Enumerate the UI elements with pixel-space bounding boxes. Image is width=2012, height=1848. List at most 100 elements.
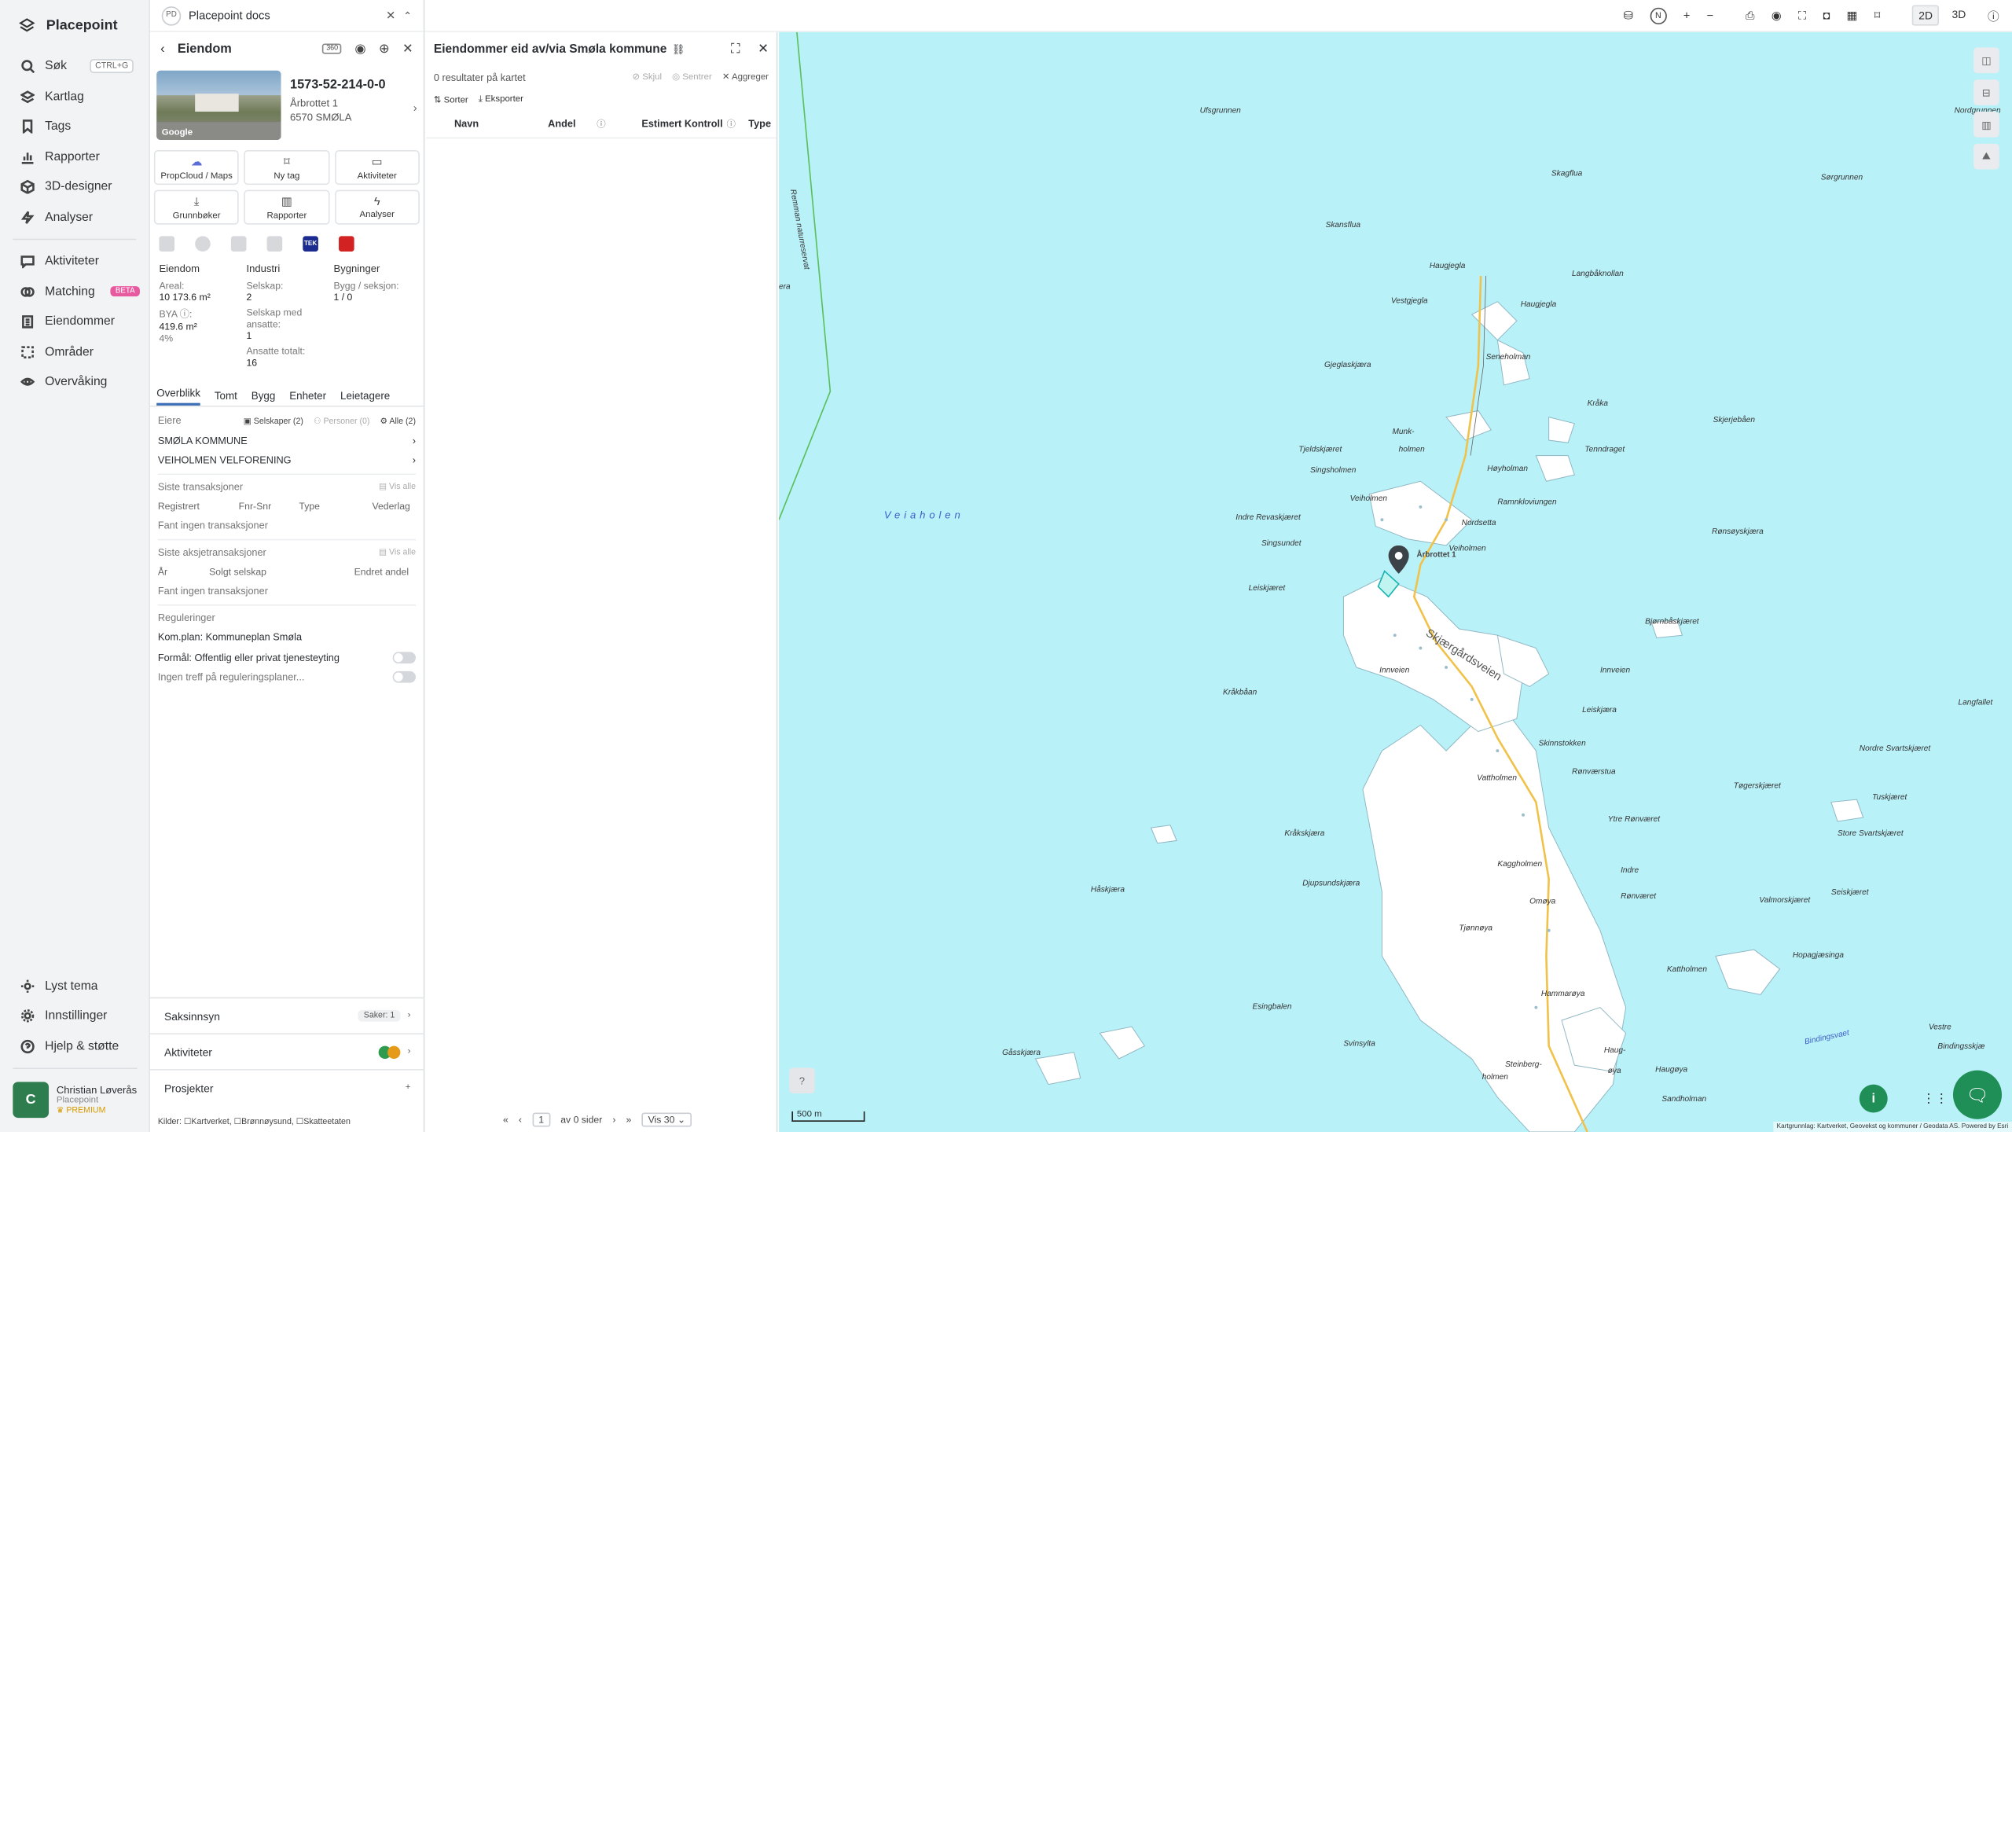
close-icon[interactable]: ✕ xyxy=(386,9,395,23)
info-icon[interactable]: ⓘ xyxy=(727,117,749,130)
street-view-photo[interactable]: Google xyxy=(156,70,281,140)
bookmark-icon[interactable]: ⌑ xyxy=(1874,9,1881,23)
view-all-button[interactable]: ▤ Vis alle xyxy=(379,482,416,491)
zoom-in-icon[interactable]: + xyxy=(1683,9,1691,21)
info-icon[interactable]: ⓘ xyxy=(597,117,641,130)
user-card[interactable]: C Christian Løverås Placepoint ♛ PREMIUM xyxy=(13,1082,142,1119)
col-estimert-kontroll[interactable]: Estimert Kontroll xyxy=(641,118,722,130)
nav-item-matching[interactable]: Matching BETA xyxy=(0,277,149,307)
eye-icon[interactable]: ◉ xyxy=(354,42,365,56)
target-icon[interactable]: ⊕ xyxy=(379,42,390,56)
tab-enheter[interactable]: Enheter xyxy=(289,390,326,406)
nav-item-overvåking[interactable]: Overvåking xyxy=(0,367,149,397)
property-card[interactable]: Google 1573-52-214-0-0 Årbrottet 1 6570 … xyxy=(150,65,424,145)
owner-row[interactable]: SMØLA KOMMUNE › xyxy=(158,431,416,450)
tab-tomt[interactable]: Tomt xyxy=(215,390,237,406)
page-input[interactable]: 1 xyxy=(532,1112,551,1127)
close-icon[interactable]: ✕ xyxy=(402,42,413,56)
expand-icon[interactable]: ⛶ xyxy=(731,42,740,56)
propcloud-button[interactable]: ☁ PropCloud / Maps xyxy=(153,150,240,186)
nav-item-kartlag[interactable]: Kartlag xyxy=(0,82,149,112)
mode-2d-button[interactable]: 2D xyxy=(1912,5,1940,26)
expand-icon[interactable]: ⌃ xyxy=(403,9,412,21)
saksinnsyn-accordion[interactable]: Saksinnsyn Saker: 1 › xyxy=(150,997,425,1034)
new-tag-button[interactable]: ⌑ Ny tag xyxy=(244,150,330,186)
center-button[interactable]: ◎ Sentrer xyxy=(672,72,712,82)
bars-icon[interactable] xyxy=(266,236,283,252)
close-icon[interactable]: ✕ xyxy=(758,42,769,56)
prev-page-icon[interactable]: ‹ xyxy=(519,1114,522,1126)
grid-icon[interactable]: ▦ xyxy=(1847,9,1858,23)
house-red-icon[interactable] xyxy=(339,236,354,252)
layers-stack-icon[interactable]: ⛁ xyxy=(1624,9,1633,23)
purpose-toggle[interactable] xyxy=(392,652,416,663)
tab-overblikk[interactable]: Overblikk xyxy=(156,388,200,406)
chevron-right-icon[interactable]: › xyxy=(413,101,417,114)
info-icon[interactable]: ⓘ xyxy=(1988,7,1999,24)
nav-item-aktiviteter[interactable]: Aktiviteter xyxy=(0,246,149,276)
zoom-out-icon[interactable]: − xyxy=(1707,9,1714,21)
view-all-button[interactable]: ▤ Vis alle xyxy=(379,547,416,557)
nav-item-lyst-tema[interactable]: Lyst tema xyxy=(0,971,150,1001)
map-place-label: Nordsetta xyxy=(1461,518,1496,528)
map-canvas[interactable]: UfsgrunnenNordgrunnenSkagfluaSørgrunnenS… xyxy=(779,31,2012,1133)
first-page-icon[interactable]: « xyxy=(503,1114,509,1126)
link-icon[interactable]: ⛓ xyxy=(672,43,685,55)
activities-accordion[interactable]: Aktiviteter › xyxy=(150,1033,425,1069)
nav-item-søk[interactable]: Søk CTRL+G xyxy=(0,51,149,81)
measure-icon[interactable]: ⊟ xyxy=(1973,79,1999,105)
chip-alle[interactable]: ⚙ Alle (2) xyxy=(380,416,416,425)
tek-icon[interactable]: TEK xyxy=(303,236,318,252)
chip-personer[interactable]: ⚇ Personer (0) xyxy=(314,416,369,425)
nav-item-tags[interactable]: Tags xyxy=(0,112,149,141)
projects-accordion[interactable]: Prosjekter + xyxy=(150,1069,425,1105)
aggregate-button[interactable]: ✕ Aggreger xyxy=(722,72,769,82)
nav-item-rapporter[interactable]: Rapporter xyxy=(0,141,149,171)
analyses-button[interactable]: ϟ Analyser xyxy=(334,189,420,225)
regulation-toggle[interactable] xyxy=(392,671,416,684)
col-navn[interactable]: Navn xyxy=(454,118,548,130)
compass-icon[interactable]: N xyxy=(1650,6,1667,24)
export-button[interactable]: ⤓ Eksporter xyxy=(479,94,523,105)
nav-item-eiendommer[interactable]: Eiendommer xyxy=(0,307,149,336)
col-andel[interactable]: Andel xyxy=(548,118,597,130)
chip-selskaper[interactable]: ▣ Selskaper (2) xyxy=(244,416,303,425)
page-size-select[interactable]: Vis 30 ⌄ xyxy=(641,1112,692,1127)
view-360-icon[interactable]: 360 xyxy=(322,43,343,54)
last-page-icon[interactable]: » xyxy=(626,1114,632,1126)
factory-icon[interactable] xyxy=(230,236,247,252)
globe-icon[interactable] xyxy=(195,236,211,252)
eye-icon[interactable]: ◉ xyxy=(1772,9,1782,23)
brand[interactable]: Placepoint xyxy=(0,0,149,51)
mode-3d-button[interactable]: 3D xyxy=(1947,6,1971,26)
owner-row[interactable]: VEIHOLMEN VELFORENING › xyxy=(158,450,416,470)
nav-item-hjelp-støtte[interactable]: Hjelp & støtte xyxy=(0,1031,150,1061)
camera-icon[interactable]: ◘ xyxy=(1823,9,1830,21)
help-icon[interactable]: ? xyxy=(789,1067,815,1094)
nav-item-3d-designer[interactable]: 3D-designer xyxy=(0,172,149,202)
info-button[interactable]: i xyxy=(1859,1084,1888,1113)
print-icon[interactable]: ⎙ xyxy=(1746,9,1755,23)
nav-item-områder[interactable]: Områder xyxy=(0,337,149,367)
doc-title[interactable]: Placepoint docs xyxy=(189,9,270,21)
back-icon[interactable]: ‹ xyxy=(160,42,164,56)
reports-button[interactable]: ▥ Rapporter xyxy=(244,189,330,225)
col-type[interactable]: Type xyxy=(748,118,771,130)
hide-button[interactable]: ⊘ Skjul xyxy=(632,72,662,82)
tab-bygg[interactable]: Bygg xyxy=(252,390,275,406)
tab-leietagere[interactable]: Leietagere xyxy=(340,390,390,406)
profile-icon[interactable]: ⛰ xyxy=(1973,143,1999,170)
nav-item-analyser[interactable]: Analyser xyxy=(0,202,149,232)
fullscreen-icon[interactable]: ⛶ xyxy=(1798,9,1806,23)
registry-icon[interactable] xyxy=(159,236,175,252)
sort-button[interactable]: ⇅ Sorter xyxy=(434,94,468,105)
next-page-icon[interactable]: › xyxy=(612,1114,615,1126)
chart-icon[interactable]: ▥ xyxy=(1973,112,1999,138)
plan-label: PREMIUM xyxy=(66,1106,106,1116)
basemap-icon[interactable]: ◫ xyxy=(1973,47,1999,74)
chat-button[interactable]: 🗨 xyxy=(1952,1070,2003,1119)
land-register-button[interactable]: ⤓ Grunnbøker xyxy=(153,189,240,225)
apps-grid-icon[interactable]: ⋮⋮ xyxy=(1922,1092,1948,1106)
nav-item-innstillinger[interactable]: Innstillinger xyxy=(0,1001,150,1031)
activities-button[interactable]: ▭ Aktiviteter xyxy=(334,150,420,186)
